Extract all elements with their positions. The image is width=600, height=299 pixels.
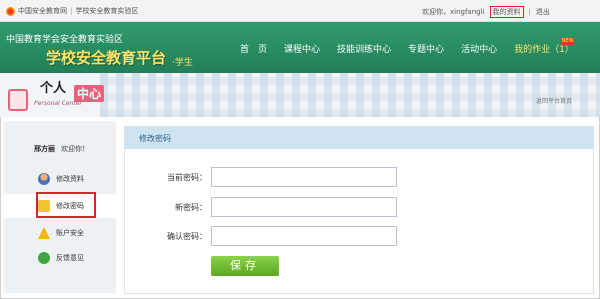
platform-title: 学校安全教育平台	[46, 49, 167, 67]
back-to-home-link[interactable]: 返回平台首页	[536, 96, 572, 105]
new-password-row: 新密码：	[139, 197, 399, 217]
current-password-label: 当前密码：	[167, 173, 207, 182]
current-password-row: 当前密码：	[139, 167, 399, 187]
personal-center-title: 个人	[40, 81, 67, 96]
nav-topics[interactable]: 专题中心	[408, 42, 444, 55]
current-password-input[interactable]	[211, 167, 397, 187]
nav-home[interactable]: 首 页	[240, 42, 267, 55]
decorative-mosaic	[100, 73, 600, 117]
sidebar-item-account-security[interactable]: 账户安全	[4, 221, 116, 245]
confirm-password-row: 确认密码：	[139, 226, 399, 246]
user-icon	[38, 173, 50, 185]
separator: |	[528, 8, 531, 16]
role-label: ·学生	[172, 58, 193, 68]
new-password-input[interactable]	[211, 197, 397, 217]
nav-activities[interactable]: 活动中心	[461, 42, 497, 55]
main-nav: 首 页 课程中心 技能训练中心 专题中心 活动中心 我的作业（1）	[240, 42, 591, 55]
panel-title: 修改密码	[139, 134, 171, 143]
highlight-box	[36, 192, 96, 218]
nav-courses[interactable]: 课程中心	[284, 42, 320, 55]
separator: |	[70, 7, 73, 15]
my-profile-link[interactable]: 我的资料	[489, 6, 524, 18]
nav-skills[interactable]: 技能训练中心	[337, 42, 391, 55]
user-greeting: 邢方丽 欢迎你！	[34, 144, 89, 154]
welcome-text: 欢迎你，xingfangli	[422, 8, 485, 16]
confirm-password-input[interactable]	[211, 226, 397, 246]
save-button[interactable]: 保存	[211, 256, 279, 276]
sidebar-item-feedback[interactable]: 反馈意见	[4, 246, 116, 270]
confirm-password-label: 确认密码：	[167, 232, 207, 241]
lab-link[interactable]: 学校安全教育实验区	[75, 6, 138, 16]
new-badge: NEW	[561, 38, 574, 45]
personal-center-en: Personal Center	[34, 100, 82, 107]
feedback-icon	[38, 252, 50, 264]
warning-icon	[38, 227, 50, 239]
personal-center-logo: 个人 中心 Personal Center	[4, 77, 108, 117]
sidebar-item-edit-profile[interactable]: 修改资料	[4, 167, 116, 191]
greeting-text: 欢迎你！	[61, 145, 89, 153]
panel-header: 修改密码	[125, 127, 593, 149]
org-name: 中国教育学会安全教育实验区	[6, 35, 124, 45]
site-link[interactable]: 中国安全教育网	[18, 6, 67, 16]
new-password-label: 新密码：	[175, 203, 207, 212]
sidebar-item-label: 修改资料	[56, 175, 84, 183]
sidebar-item-label: 账户安全	[56, 229, 84, 237]
change-password-panel: 修改密码 当前密码： 新密码： 确认密码：	[124, 126, 594, 294]
top-bar: 中国安全教育网 | 学校安全教育实验区 欢迎你，xingfangli 我的资料 …	[0, 0, 600, 22]
user-name: 邢方丽	[34, 145, 55, 153]
header-banner: 中国教育学会安全教育实验区 学校安全教育平台 ·学生 首 页 课程中心 技能训练…	[0, 22, 600, 73]
sidebar-item-label: 反馈意见	[56, 254, 84, 262]
house-icon	[8, 89, 28, 111]
logout-link[interactable]: 退出	[536, 7, 550, 17]
site-logo-icon	[6, 6, 15, 16]
